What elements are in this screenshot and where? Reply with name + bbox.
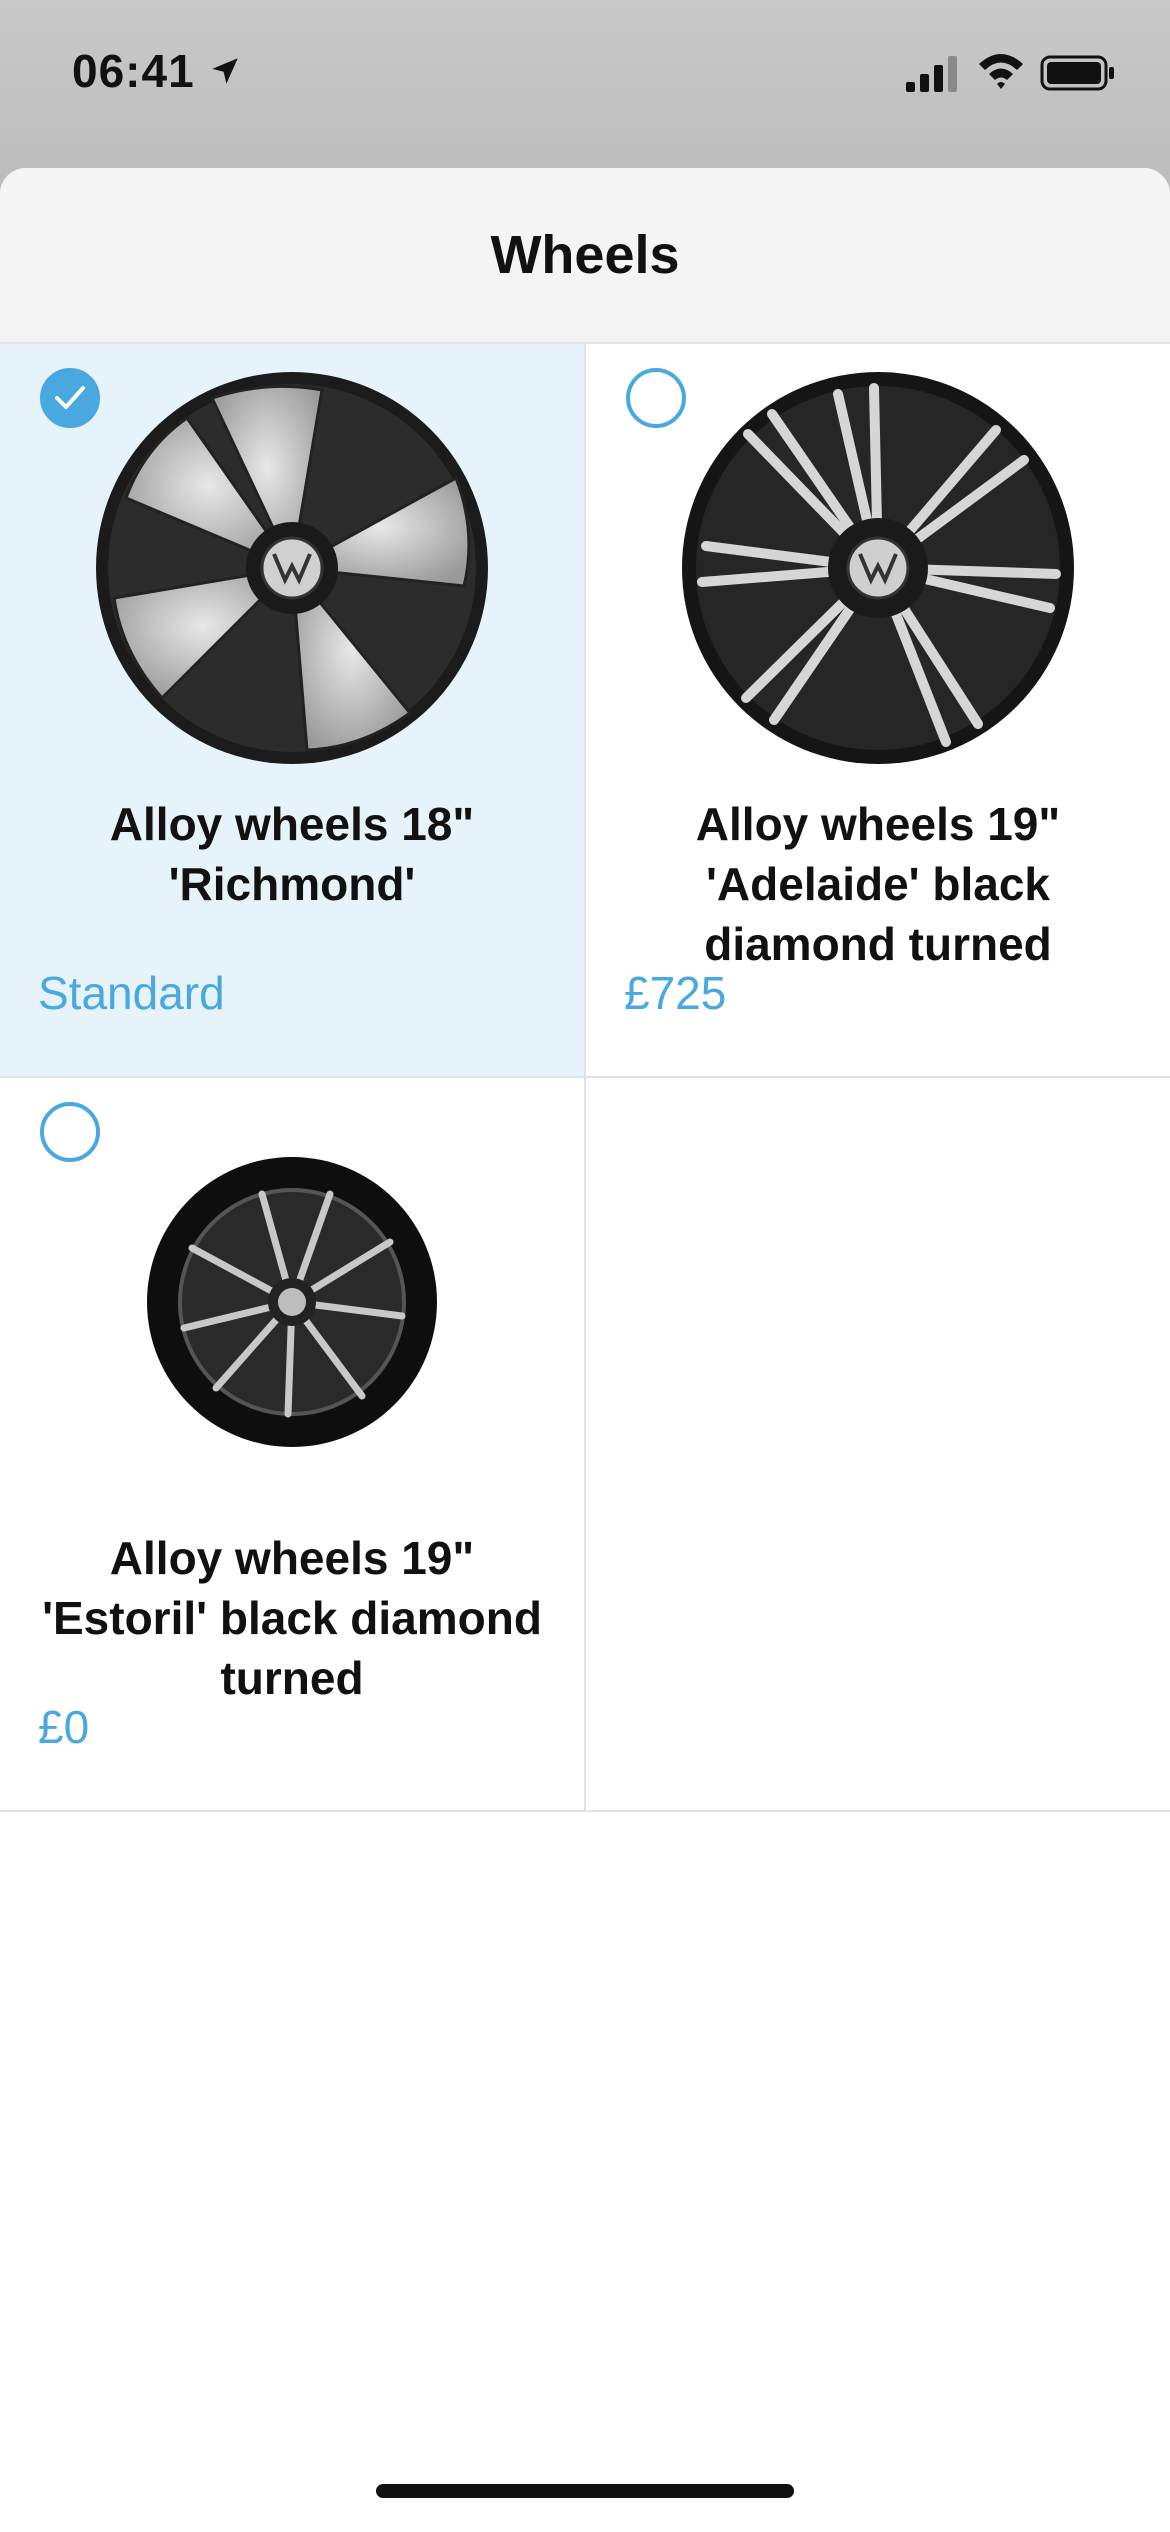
radio-unselected-icon[interactable]	[626, 368, 686, 428]
empty-grid-cell	[586, 1078, 1170, 1810]
wheel-option-price: Standard	[38, 967, 225, 1019]
page-title: Wheels	[490, 225, 680, 285]
richmond-wheel-image	[96, 372, 488, 764]
wheel-option-estoril[interactable]: Alloy wheels 19" 'Estoril' black diamond…	[0, 1078, 584, 1810]
wheel-options-grid: Alloy wheels 18" 'Richmond' Standard All…	[0, 344, 1170, 1812]
battery-icon	[1040, 55, 1114, 91]
location-arrow-icon	[212, 58, 238, 84]
status-bar: 06:41	[0, 0, 1170, 168]
wheel-option-title: Alloy wheels 19" 'Estoril' black diamond…	[42, 1532, 542, 1704]
wheel-option-richmond[interactable]: Alloy wheels 18" 'Richmond' Standard	[0, 344, 584, 1076]
wifi-icon	[979, 54, 1023, 89]
wheel-option-adelaide[interactable]: Alloy wheels 19" 'Adelaide' black diamon…	[586, 344, 1170, 1076]
wheel-option-title: Alloy wheels 19" 'Adelaide' black diamon…	[695, 798, 1061, 970]
wheels-sheet: Wheels Alloy wheels 18" 'Richmond' Stand…	[0, 168, 1170, 2532]
cellular-signal-icon	[906, 56, 957, 92]
selected-checkmark-icon[interactable]	[40, 368, 100, 428]
radio-unselected-icon[interactable]	[40, 1102, 100, 1162]
sheet-header: Wheels	[0, 168, 1170, 344]
status-time: 06:41	[72, 45, 195, 97]
wheel-option-price: £725	[624, 967, 727, 1019]
home-indicator[interactable]	[376, 2484, 794, 2498]
wheel-option-title: Alloy wheels 18" 'Richmond'	[109, 798, 475, 910]
adelaide-wheel-image	[682, 372, 1074, 764]
estoril-wheel-image	[147, 1157, 437, 1447]
wheel-option-price: £0	[38, 1701, 90, 1753]
